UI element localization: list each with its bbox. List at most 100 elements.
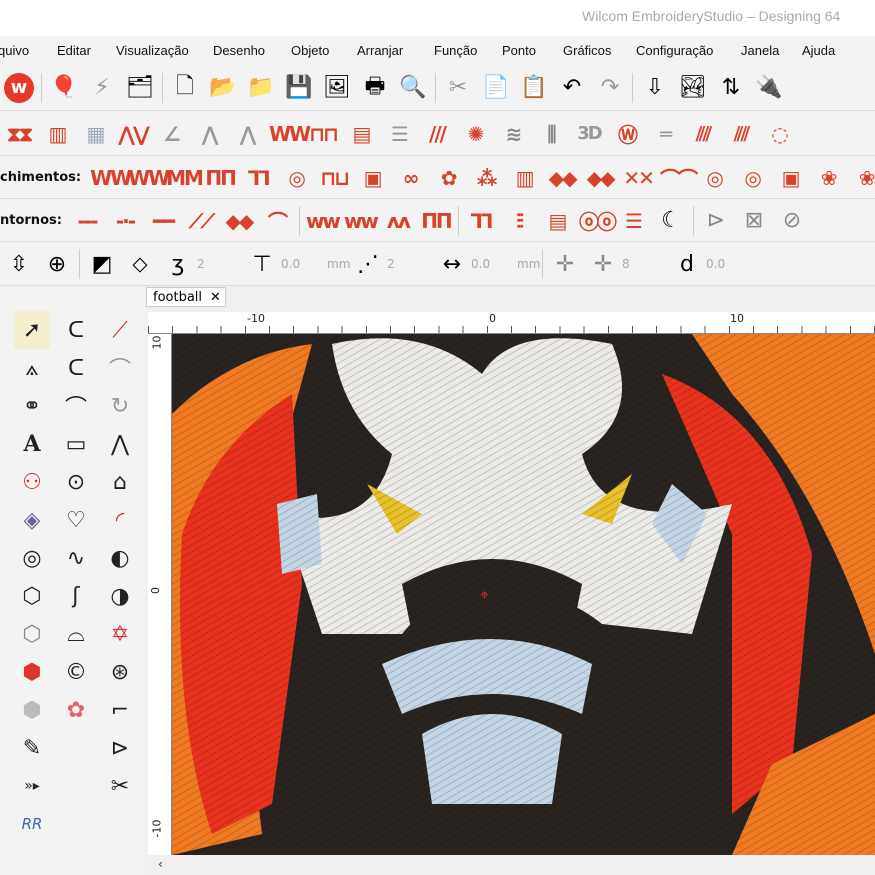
stitch-type-icon[interactable]: ∠ xyxy=(155,122,187,146)
radial-icon[interactable]: ✛ xyxy=(550,249,580,279)
outline-shape-icon[interactable]: ⬡ xyxy=(14,615,50,653)
shapes-icon[interactable]: ♡ xyxy=(58,501,94,539)
outline-pattern-icon[interactable]: ◆◆ xyxy=(223,209,255,233)
bead-icon[interactable]: ✿ xyxy=(58,691,94,729)
radial-fill-icon[interactable]: ⊛ xyxy=(102,653,138,691)
stitch-type-icon[interactable]: ⋀ xyxy=(231,122,263,146)
balloon-icon[interactable]: 🎈 xyxy=(49,73,79,103)
stitch-type-icon[interactable]: ◌ xyxy=(763,122,795,146)
cut-icon[interactable]: ✂ xyxy=(443,73,473,103)
menu-arquivo[interactable]: quivo xyxy=(0,43,29,58)
star-icon[interactable]: ✡ xyxy=(102,615,138,653)
outline-pattern-icon[interactable]: --- xyxy=(71,209,103,233)
scissors-icon[interactable]: ✂ xyxy=(102,767,138,805)
monogram-icon[interactable]: ◈ xyxy=(14,501,50,539)
fill-pattern-icon[interactable]: ⁂ xyxy=(470,166,502,190)
stitch-type-icon[interactable]: ⊓⊓ xyxy=(307,122,339,146)
stitch-type-icon[interactable]: ▥ xyxy=(41,122,73,146)
zigzag-icon[interactable]: ʒ xyxy=(163,249,193,279)
diamond-icon[interactable]: ⬦ xyxy=(125,249,155,279)
outline-pattern-icon[interactable]: ᒣᒣ xyxy=(465,209,497,233)
fill-pattern-icon[interactable]: ᒣᒣ xyxy=(242,166,274,190)
outline-pattern-icon[interactable]: ⌒ xyxy=(261,206,293,235)
more-icon[interactable]: »▸ xyxy=(14,767,50,805)
shape-icon[interactable]: ⬢ xyxy=(14,691,50,729)
stitch-edit-icon[interactable]: ⚭ xyxy=(14,387,50,425)
repeat-field[interactable]: 8 xyxy=(622,257,668,271)
new-file-icon[interactable]: 🗋 xyxy=(170,73,200,103)
fill-pattern-icon[interactable]: ✿ xyxy=(432,166,464,190)
stitch-type-icon[interactable]: ▤ xyxy=(345,122,377,146)
stitch-type-icon[interactable]: ≋ xyxy=(497,122,529,146)
outline-pattern-icon[interactable]: ΠΠ xyxy=(420,209,452,233)
stitch-type-icon[interactable]: ▦ xyxy=(79,122,111,146)
menu-ponto[interactable]: Ponto xyxy=(502,43,536,58)
count-field[interactable]: 2 xyxy=(387,257,433,271)
select-arrow-icon[interactable]: ➚ xyxy=(14,311,50,349)
triangle-fill-icon[interactable]: ⊳ xyxy=(102,729,138,767)
polyline-icon[interactable]: ⋀ xyxy=(102,425,138,463)
outline-pattern-icon[interactable]: ww xyxy=(306,209,341,233)
curve-icon[interactable]: ∿ xyxy=(58,539,94,577)
3d-icon[interactable]: 3D xyxy=(573,123,605,144)
print-icon[interactable]: 🖶 xyxy=(360,73,390,103)
mirror-both-icon[interactable]: ⊕ xyxy=(42,249,72,279)
fill-pattern-icon[interactable]: ◎ xyxy=(736,166,768,190)
digitize-curve-icon[interactable]: ᑕ xyxy=(58,311,94,349)
tool-icon[interactable]: ⊘ xyxy=(777,206,807,236)
fill-pattern-icon[interactable]: ▣ xyxy=(774,166,806,190)
menu-janela[interactable]: Janela xyxy=(741,43,779,58)
stitch-type-icon[interactable]: ⧗⧗ xyxy=(3,122,35,146)
copy-icon[interactable]: 📄 xyxy=(481,73,511,103)
cc-icon[interactable]: © xyxy=(58,653,94,691)
arc-icon[interactable]: ⌒ xyxy=(102,349,138,387)
outline-pattern-icon[interactable]: ▤ xyxy=(541,209,573,233)
menu-configuracao[interactable]: Configuração xyxy=(636,43,713,58)
polygon-icon[interactable]: ⌂ xyxy=(102,463,138,501)
paste-icon[interactable]: 📋 xyxy=(519,73,549,103)
team-names-icon[interactable]: ⚇ xyxy=(14,463,50,501)
outline-pattern-icon[interactable]: -·- xyxy=(109,209,141,233)
redo-icon[interactable]: ↷ xyxy=(595,73,625,103)
bridge-icon[interactable]: ⌓ xyxy=(58,615,94,653)
menu-visualizacao[interactable]: Visualização xyxy=(116,43,189,58)
outline-pattern-icon[interactable]: ww xyxy=(344,209,379,233)
stitch-type-icon[interactable]: ⫽⫽ xyxy=(725,122,757,146)
fill-pattern-icon[interactable]: ΠΠ xyxy=(204,166,236,190)
wilcom-logo-icon[interactable]: w xyxy=(4,72,34,103)
target-icon[interactable]: ◎ xyxy=(14,539,50,577)
fill-pattern-icon[interactable]: ◎ xyxy=(698,166,730,190)
stitch-type-icon[interactable]: ⋀⋁ xyxy=(117,122,150,146)
stitch-type-icon[interactable]: ═ xyxy=(649,122,681,146)
plug-icon[interactable]: 🔌 xyxy=(754,73,784,103)
rectangle-icon[interactable]: ▭ xyxy=(58,425,94,463)
export-image-icon[interactable]: 🖼 xyxy=(322,73,352,103)
fill-pattern-icon[interactable]: ⌒⌒ xyxy=(660,163,698,192)
menu-graficos[interactable]: Gráficos xyxy=(563,43,611,58)
horizontal-scrollbar[interactable]: ‹ xyxy=(148,855,875,875)
fill-pattern-icon[interactable]: ❀ xyxy=(812,166,844,190)
outline-pattern-icon[interactable]: ━━ xyxy=(147,209,179,233)
stitch-type-icon[interactable]: ⫽⫽ xyxy=(687,122,719,146)
outline-pattern-icon[interactable]: ☰ xyxy=(617,209,649,233)
outline-pattern-icon[interactable]: ⟋⟋ xyxy=(185,209,217,233)
rr-icon[interactable]: RR xyxy=(14,805,50,843)
fill-pattern-icon[interactable]: MM xyxy=(166,166,204,190)
stitch-type-icon[interactable]: WW xyxy=(269,122,311,146)
folders-icon[interactable]: 🗂 xyxy=(125,73,155,103)
fill-pattern-icon[interactable]: WW xyxy=(90,166,132,190)
menu-desenho[interactable]: Desenho xyxy=(213,43,265,58)
open-folder-icon[interactable]: 📂 xyxy=(208,73,238,103)
width-field[interactable]: 0.0 xyxy=(471,257,517,271)
cross-icon[interactable]: ✛ xyxy=(588,249,618,279)
trace-icon[interactable]: ⚡ xyxy=(87,73,117,103)
triangles-icon[interactable]: ◩ xyxy=(87,249,117,279)
reshape-icon[interactable]: ⟑ xyxy=(14,349,50,387)
menu-funcao[interactable]: Função xyxy=(434,43,477,58)
stitch-type-icon[interactable]: ⋀ xyxy=(193,122,225,146)
fill-pattern-icon[interactable]: ✕✕ xyxy=(622,166,655,190)
scroll-left-icon[interactable]: ‹ xyxy=(158,857,163,871)
offset-field[interactable]: 0.0 xyxy=(706,257,752,271)
close-tab-icon[interactable]: ✕ xyxy=(210,290,221,305)
step-icon[interactable]: ⌐ xyxy=(102,691,138,729)
